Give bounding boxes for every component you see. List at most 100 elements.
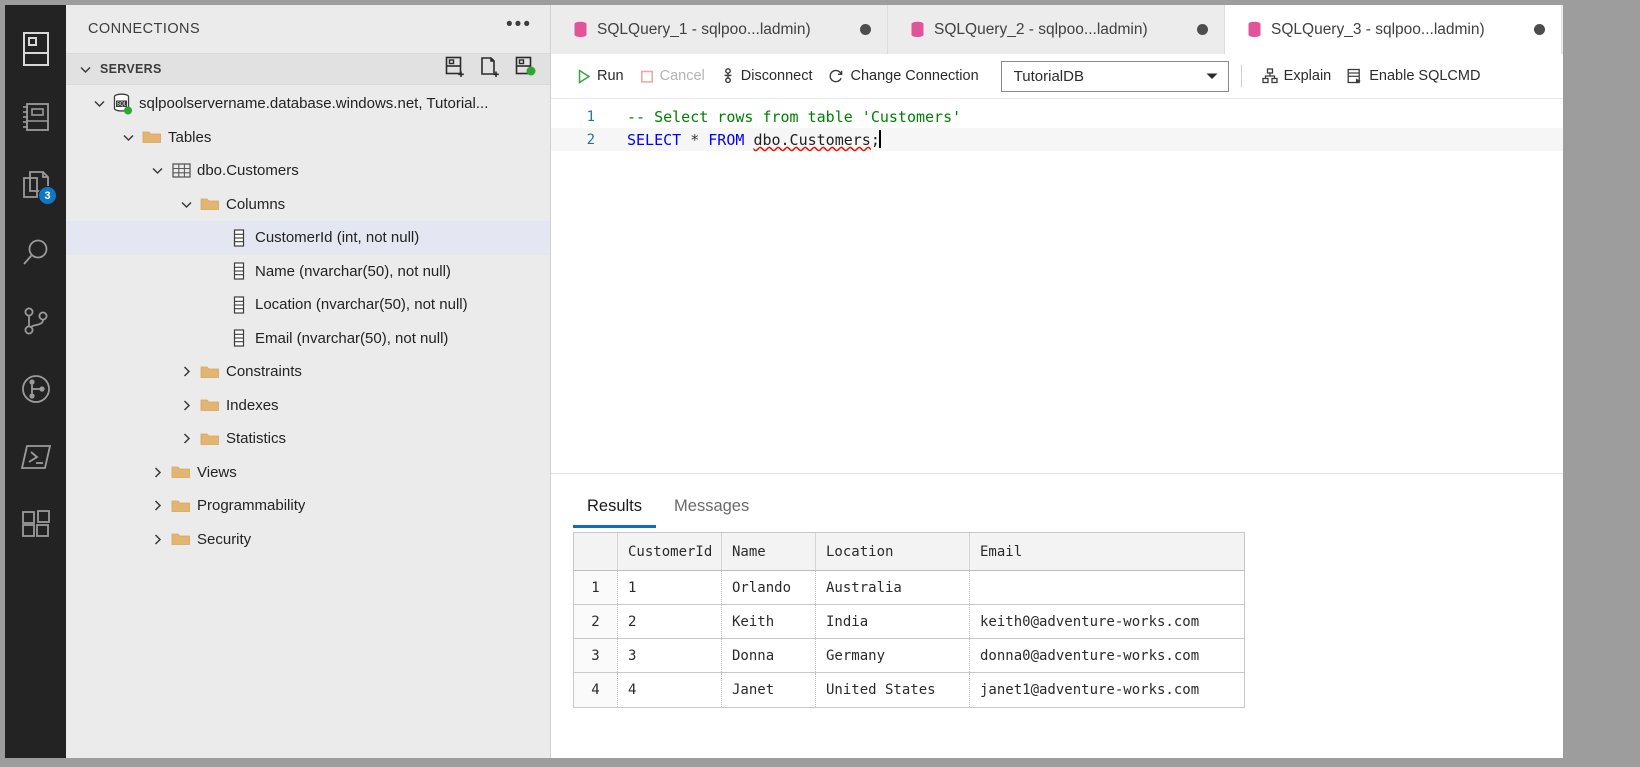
grid-header-email[interactable]: Email <box>970 533 1244 570</box>
disconnect-button[interactable]: Disconnect <box>713 64 821 88</box>
sql-keyword-from: FROM <box>708 131 745 149</box>
servers-icon[interactable] <box>5 15 66 83</box>
cell-customerid[interactable]: 2 <box>618 605 722 638</box>
tab-results[interactable]: Results <box>573 497 657 528</box>
tree-item-statistics[interactable]: Statistics <box>66 422 550 456</box>
tree-item-column-customerid[interactable]: CustomerId (int, not null) <box>66 221 550 255</box>
cell-name[interactable]: Donna <box>722 639 816 672</box>
tab-messages[interactable]: Messages <box>660 497 763 528</box>
database-select[interactable]: TutorialDB <box>1000 60 1229 92</box>
chevron-down-icon[interactable] <box>146 164 168 177</box>
tree-item-label: Constraints <box>226 363 302 381</box>
cell-location[interactable]: India <box>816 605 970 638</box>
cell-email[interactable]: janet1@adventure-works.com <box>970 673 1244 707</box>
chevron-right-icon[interactable] <box>175 432 197 445</box>
chevron-down-icon[interactable] <box>175 198 197 211</box>
connections-tree: SQL sqlpoolservername.database.windows.n… <box>66 85 550 758</box>
new-connection-icon[interactable] <box>445 56 466 83</box>
cell-name[interactable]: Janet <box>722 673 816 707</box>
run-label: Run <box>597 68 624 84</box>
tree-item-tables[interactable]: Tables <box>66 121 550 155</box>
sidebar-more-actions-icon[interactable]: ••• <box>506 15 532 38</box>
tree-item-columns[interactable]: Columns <box>66 188 550 222</box>
table-row[interactable]: 1 1 Orlando Australia <box>574 571 1244 605</box>
tree-item-column-name[interactable]: Name (nvarchar(50), not null) <box>66 255 550 289</box>
extensions-icon[interactable] <box>5 491 66 559</box>
line-number: 2 <box>586 131 595 148</box>
cell-location[interactable]: Australia <box>816 571 970 604</box>
cell-location[interactable]: United States <box>816 673 970 707</box>
table-row[interactable]: 4 4 Janet United States janet1@adventure… <box>574 673 1244 707</box>
tree-item-dbo-customers[interactable]: dbo.Customers <box>66 154 550 188</box>
tab-dirty-indicator[interactable] <box>860 24 871 35</box>
chevron-right-icon[interactable] <box>146 499 168 512</box>
chevron-down-icon[interactable] <box>88 97 110 110</box>
terminal-icon[interactable] <box>5 423 66 491</box>
tab-sqlquery-3[interactable]: SQLQuery_3 - sqlpoo...ladmin) <box>1225 5 1562 54</box>
tree-item-column-location[interactable]: Location (nvarchar(50), not null) <box>66 288 550 322</box>
tree-item-indexes[interactable]: Indexes <box>66 389 550 423</box>
tab-dirty-indicator[interactable] <box>1534 24 1545 35</box>
folder-icon <box>168 464 194 480</box>
database-select-value: TutorialDB <box>1013 67 1084 85</box>
servers-section-header[interactable]: SERVERS <box>66 53 550 85</box>
sqlcmd-icon <box>1347 68 1363 84</box>
table-row[interactable]: 2 2 Keith India keith0@adventure-works.c… <box>574 605 1244 639</box>
cell-customerid[interactable]: 4 <box>618 673 722 707</box>
toolbar-divider <box>1240 65 1242 87</box>
cell-customerid[interactable]: 1 <box>618 571 722 604</box>
cell-email[interactable]: keith0@adventure-works.com <box>970 605 1244 638</box>
chevron-right-icon[interactable] <box>175 399 197 412</box>
git-graph-icon[interactable] <box>5 355 66 423</box>
run-button[interactable]: Run <box>569 64 632 88</box>
tab-sqlquery-1[interactable]: SQLQuery_1 - sqlpoo...ladmin) <box>551 5 888 54</box>
tree-item-constraints[interactable]: Constraints <box>66 355 550 389</box>
tree-item-security[interactable]: Security <box>66 523 550 557</box>
tab-dirty-indicator[interactable] <box>1197 24 1208 35</box>
chevron-down-icon[interactable] <box>1204 68 1220 85</box>
query-toolbar: Run Cancel Disconnect Change Connection … <box>551 54 1563 99</box>
cancel-button[interactable]: Cancel <box>632 64 713 88</box>
chevron-down-icon[interactable] <box>117 131 139 144</box>
search-icon[interactable] <box>5 219 66 287</box>
cell-name[interactable]: Orlando <box>722 571 816 604</box>
line-number: 1 <box>586 108 595 125</box>
cell-email[interactable]: donna0@adventure-works.com <box>970 639 1244 672</box>
database-icon <box>1247 21 1262 38</box>
tab-sqlquery-2[interactable]: SQLQuery_2 - sqlpoo...ladmin) <box>888 5 1225 54</box>
cell-email[interactable] <box>970 571 1244 604</box>
enable-sqlcmd-button[interactable]: Enable SQLCMD <box>1339 64 1488 88</box>
chevron-right-icon[interactable] <box>146 466 168 479</box>
tree-item-label: Security <box>197 530 252 548</box>
grid-header-customerid[interactable]: CustomerId <box>618 533 722 570</box>
cell-name[interactable]: Keith <box>722 605 816 638</box>
table-row[interactable]: 3 3 Donna Germany donna0@adventure-works… <box>574 639 1244 673</box>
tree-item-label: Columns <box>226 195 286 213</box>
explain-button[interactable]: Explain <box>1254 64 1340 88</box>
sql-star: * <box>690 131 700 149</box>
source-control-icon[interactable] <box>5 287 66 355</box>
disconnect-label: Disconnect <box>740 68 813 84</box>
source-files-icon[interactable]: 3 <box>5 151 66 219</box>
column-icon <box>226 296 252 314</box>
cell-customerid[interactable]: 3 <box>618 639 722 672</box>
grid-header-name[interactable]: Name <box>722 533 816 570</box>
chevron-right-icon[interactable] <box>146 533 168 546</box>
tree-item-label: Name (nvarchar(50), not null) <box>255 262 451 280</box>
tree-item-views[interactable]: Views <box>66 456 550 490</box>
column-icon <box>226 329 252 347</box>
cell-location[interactable]: Germany <box>816 639 970 672</box>
results-grid[interactable]: CustomerId Name Location Email 1 1 Orlan… <box>573 532 1245 708</box>
active-connections-icon[interactable] <box>515 56 536 83</box>
tree-item-server[interactable]: SQL sqlpoolservername.database.windows.n… <box>66 87 550 121</box>
notebooks-icon[interactable] <box>5 83 66 151</box>
tree-item-column-email[interactable]: Email (nvarchar(50), not null) <box>66 322 550 356</box>
servers-chevron-down-icon[interactable] <box>74 63 96 76</box>
folder-icon <box>139 129 165 145</box>
new-server-group-icon[interactable] <box>480 56 501 83</box>
change-connection-button[interactable]: Change Connection <box>820 64 986 88</box>
grid-header-location[interactable]: Location <box>816 533 970 570</box>
sql-editor[interactable]: 1 -- Select rows from table 'Customers' … <box>551 99 1563 474</box>
chevron-right-icon[interactable] <box>175 365 197 378</box>
tree-item-programmability[interactable]: Programmability <box>66 489 550 523</box>
